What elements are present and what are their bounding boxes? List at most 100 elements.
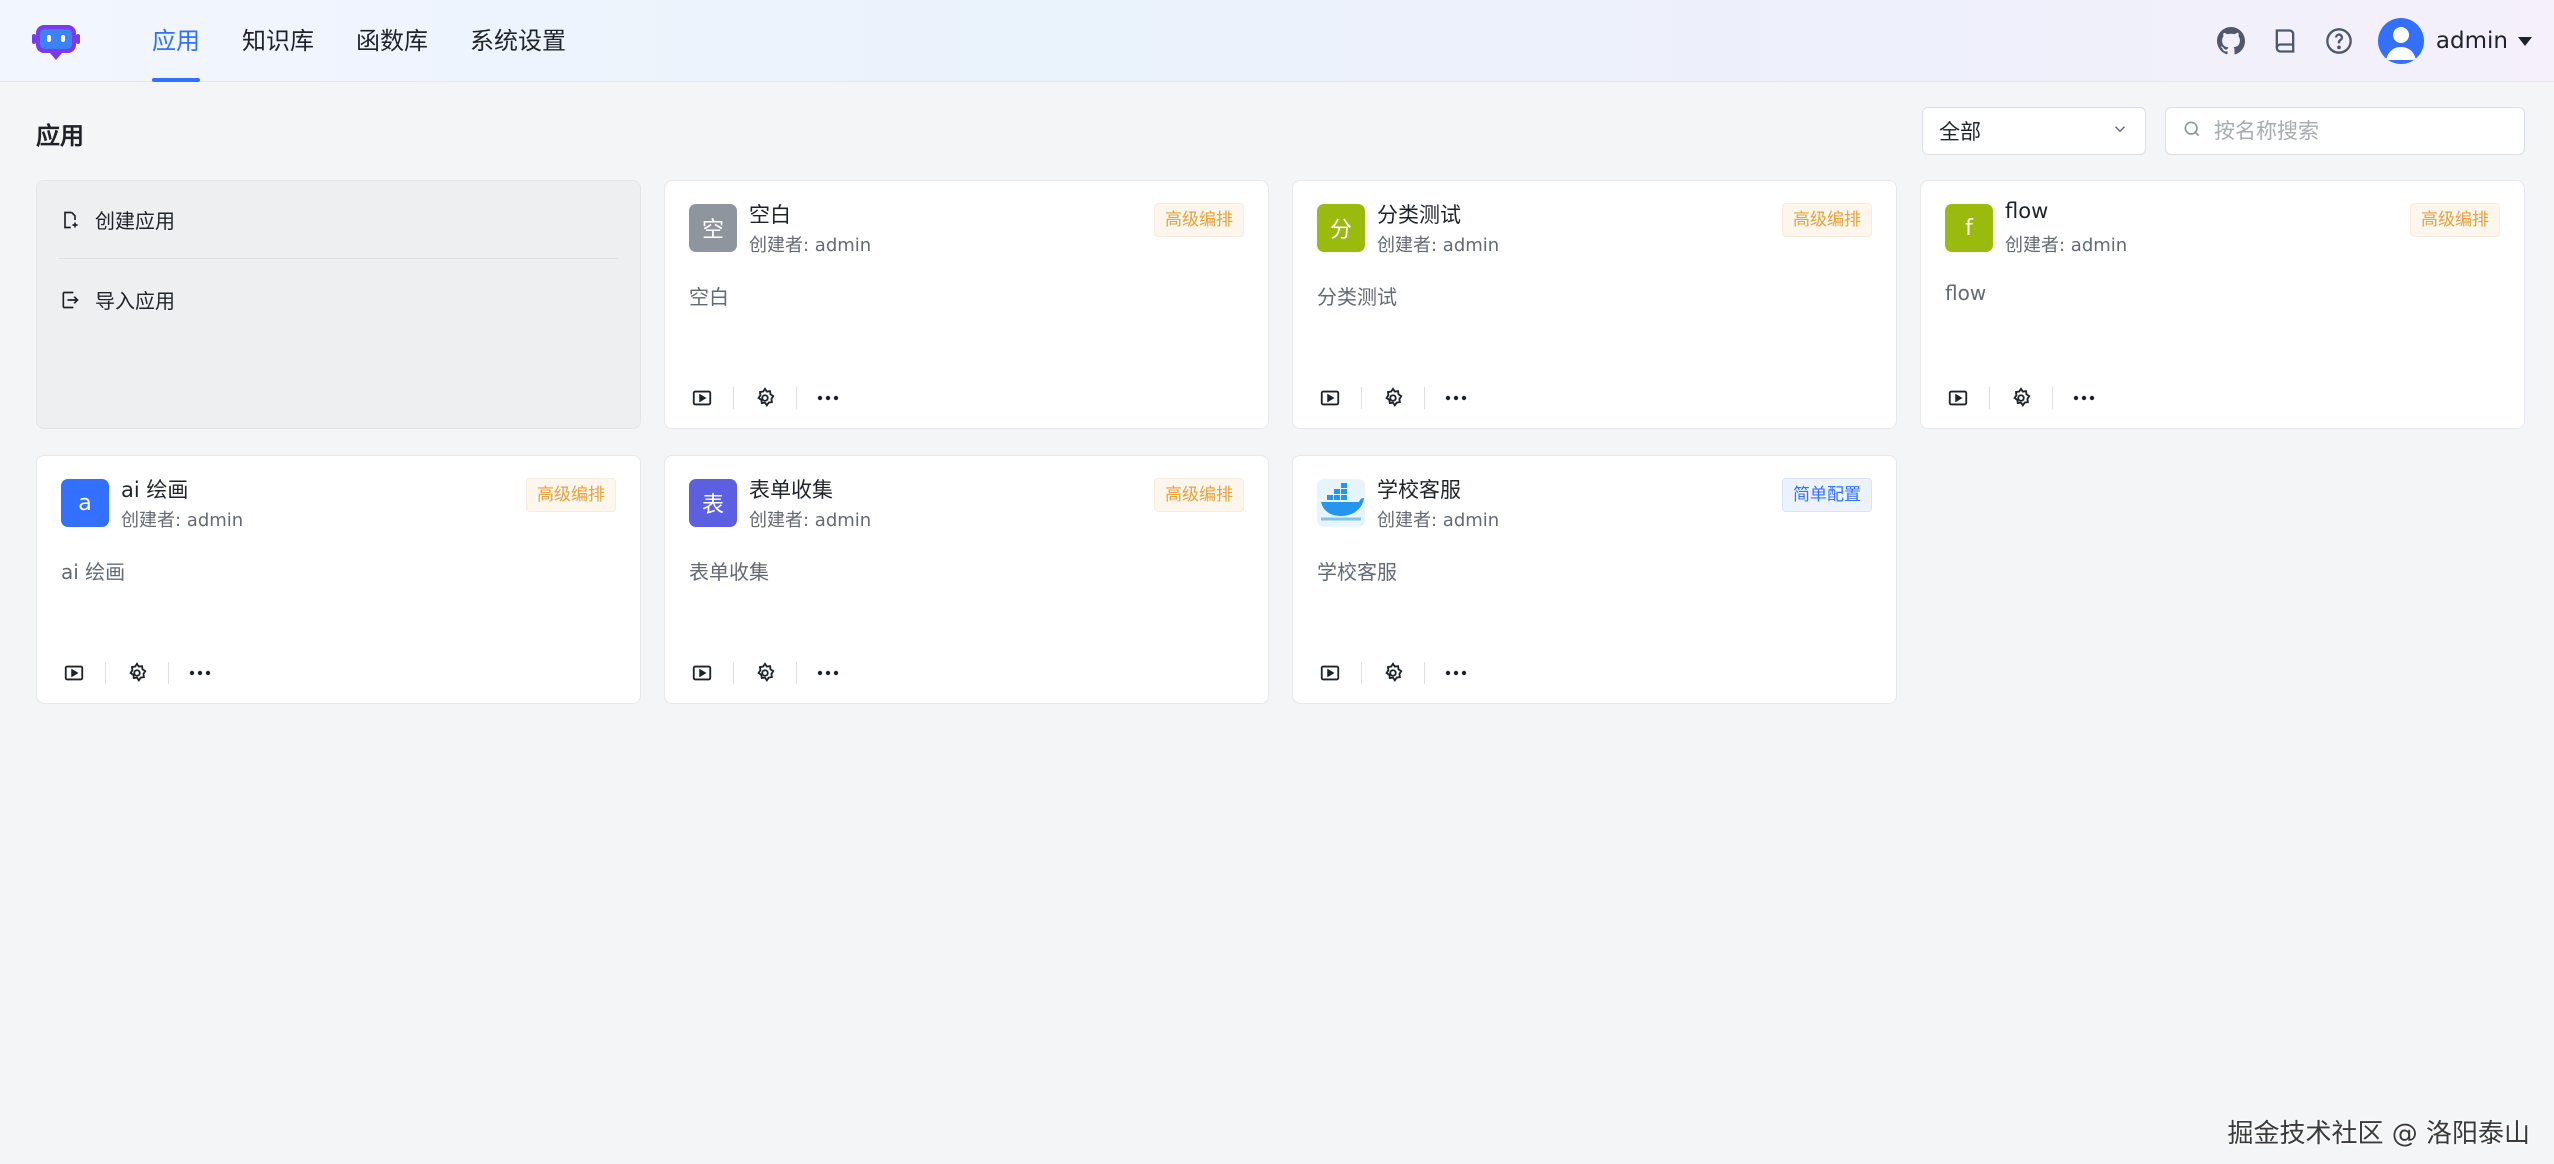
app-avatar: f bbox=[1945, 204, 1993, 252]
gear-icon[interactable] bbox=[752, 385, 778, 411]
divider bbox=[168, 662, 169, 684]
app-creator: 创建者: admin bbox=[1377, 510, 1500, 531]
divider bbox=[1424, 662, 1425, 684]
search-icon bbox=[2182, 119, 2202, 143]
app-description: 空白 bbox=[689, 285, 729, 309]
filter-select[interactable]: 全部 bbox=[1922, 107, 2146, 155]
gear-icon[interactable] bbox=[752, 660, 778, 686]
app-description: 学校客服 bbox=[1317, 560, 1397, 584]
avatar[interactable] bbox=[2377, 18, 2424, 64]
app-actions bbox=[1945, 381, 2097, 415]
book-icon[interactable] bbox=[2270, 26, 2300, 56]
play-icon[interactable] bbox=[689, 385, 715, 411]
gear-icon[interactable] bbox=[1380, 660, 1406, 686]
nav-settings[interactable]: 系统设置 bbox=[454, 0, 582, 82]
divider bbox=[733, 662, 734, 684]
github-icon[interactable] bbox=[2216, 26, 2246, 56]
divider bbox=[796, 387, 797, 409]
play-icon[interactable] bbox=[689, 660, 715, 686]
page-title: 应用 bbox=[36, 122, 84, 150]
gear-icon[interactable] bbox=[1380, 385, 1406, 411]
more-icon[interactable] bbox=[2071, 385, 2097, 411]
gear-icon[interactable] bbox=[2008, 385, 2034, 411]
app-card[interactable]: 空 空白 创建者: admin 高级编排 空白 bbox=[664, 180, 1269, 429]
caret-down-icon[interactable] bbox=[2518, 36, 2532, 46]
app-name: 空白 bbox=[749, 203, 791, 227]
nav-apps[interactable]: 应用 bbox=[136, 0, 216, 82]
nav-knowledge[interactable]: 知识库 bbox=[226, 0, 330, 82]
divider bbox=[1989, 387, 1990, 409]
create-card: 创建应用 导入应用 bbox=[36, 180, 641, 429]
app-avatar: 分 bbox=[1317, 204, 1365, 252]
divider bbox=[105, 662, 106, 684]
new-file-icon bbox=[59, 209, 81, 231]
play-icon[interactable] bbox=[1317, 385, 1343, 411]
username[interactable]: admin bbox=[2436, 28, 2508, 54]
app-type-badge: 高级编排 bbox=[1154, 478, 1244, 512]
divider bbox=[59, 258, 618, 259]
top-bar: 应用 知识库 函数库 系统设置 admin bbox=[0, 0, 2554, 82]
more-icon[interactable] bbox=[815, 385, 841, 411]
app-card[interactable]: a ai 绘画 创建者: admin 高级编排 ai 绘画 bbox=[36, 455, 641, 704]
app-description: flow bbox=[1945, 281, 1987, 305]
import-icon bbox=[59, 289, 81, 311]
app-creator: 创建者: admin bbox=[1377, 235, 1500, 256]
app-creator: 创建者: admin bbox=[749, 235, 872, 256]
app-type-badge: 高级编排 bbox=[2410, 203, 2500, 237]
app-name: flow bbox=[2005, 199, 2049, 223]
app-actions bbox=[1317, 381, 1469, 415]
user-area: admin bbox=[2216, 17, 2532, 65]
robot-logo-icon[interactable] bbox=[32, 22, 80, 62]
create-app-button[interactable]: 创建应用 bbox=[59, 205, 175, 234]
app-name: ai 绘画 bbox=[121, 478, 189, 502]
app-description: 分类测试 bbox=[1317, 285, 1397, 309]
app-type-badge: 高级编排 bbox=[1154, 203, 1244, 237]
app-actions bbox=[61, 656, 213, 690]
app-type-badge: 高级编排 bbox=[526, 478, 616, 512]
app-card[interactable]: 表 表单收集 创建者: admin 高级编排 表单收集 bbox=[664, 455, 1269, 704]
app-creator: 创建者: admin bbox=[121, 510, 244, 531]
search-input[interactable] bbox=[2214, 119, 2504, 143]
help-icon[interactable] bbox=[2324, 26, 2354, 56]
app-type-badge: 简单配置 bbox=[1782, 478, 1872, 512]
more-icon[interactable] bbox=[187, 660, 213, 686]
app-avatar: 空 bbox=[689, 204, 737, 252]
app-actions bbox=[689, 381, 841, 415]
divider bbox=[796, 662, 797, 684]
play-icon[interactable] bbox=[1945, 385, 1971, 411]
more-icon[interactable] bbox=[1443, 660, 1469, 686]
app-actions bbox=[1317, 656, 1469, 690]
divider bbox=[2052, 387, 2053, 409]
app-card[interactable]: 分 分类测试 创建者: admin 高级编排 分类测试 bbox=[1292, 180, 1897, 429]
app-card[interactable]: f flow 创建者: admin 高级编排 flow bbox=[1920, 180, 2525, 429]
watermark: 掘金技术社区 @ 洛阳泰山 bbox=[2227, 1119, 2530, 1149]
chevron-down-icon bbox=[2111, 119, 2129, 143]
play-icon[interactable] bbox=[61, 660, 87, 686]
more-icon[interactable] bbox=[1443, 385, 1469, 411]
import-app-button[interactable]: 导入应用 bbox=[59, 285, 175, 314]
app-creator: 创建者: admin bbox=[749, 510, 872, 531]
divider bbox=[1361, 662, 1362, 684]
gear-icon[interactable] bbox=[124, 660, 150, 686]
app-description: 表单收集 bbox=[689, 560, 769, 584]
nav-functions[interactable]: 函数库 bbox=[340, 0, 444, 82]
app-avatar: 表 bbox=[689, 479, 737, 527]
app-card[interactable]: 学校客服 创建者: admin 简单配置 学校客服 bbox=[1292, 455, 1897, 704]
app-name: 学校客服 bbox=[1377, 478, 1461, 502]
app-name: 表单收集 bbox=[749, 478, 833, 502]
app-description: ai 绘画 bbox=[61, 560, 126, 584]
main-nav: 应用 知识库 函数库 系统设置 bbox=[136, 0, 592, 82]
divider bbox=[1361, 387, 1362, 409]
app-name: 分类测试 bbox=[1377, 203, 1461, 227]
app-actions bbox=[689, 656, 841, 690]
app-creator: 创建者: admin bbox=[2005, 235, 2128, 256]
divider bbox=[733, 387, 734, 409]
app-avatar: a bbox=[61, 479, 109, 527]
divider bbox=[1424, 387, 1425, 409]
more-icon[interactable] bbox=[815, 660, 841, 686]
app-type-badge: 高级编排 bbox=[1782, 203, 1872, 237]
search-box[interactable] bbox=[2165, 107, 2525, 155]
import-app-label: 导入应用 bbox=[95, 289, 175, 313]
play-icon[interactable] bbox=[1317, 660, 1343, 686]
filter-value: 全部 bbox=[1939, 120, 1981, 144]
